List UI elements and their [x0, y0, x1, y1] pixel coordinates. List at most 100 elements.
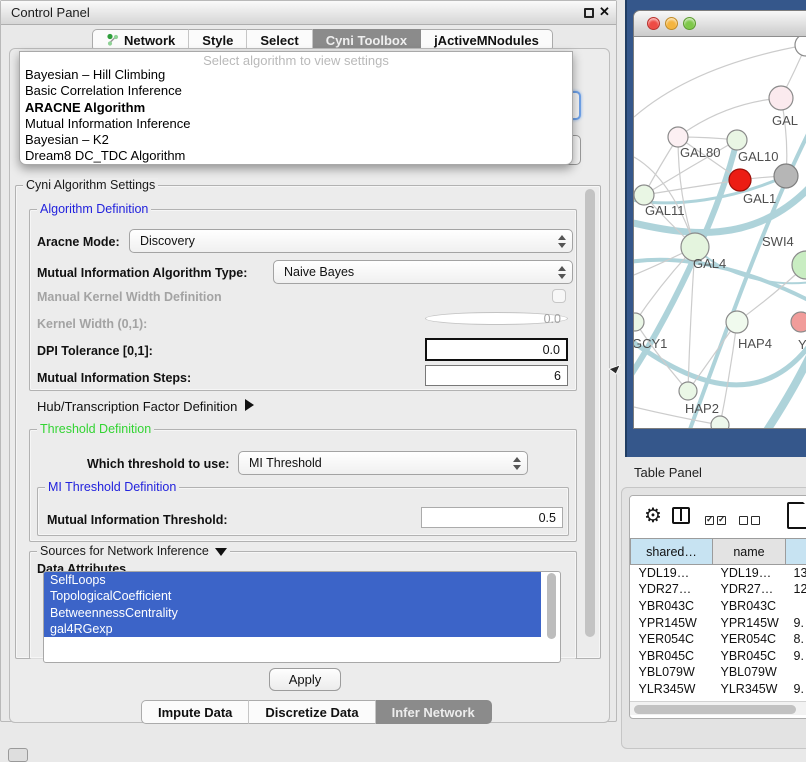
- dpi-tolerance-input[interactable]: 0.0: [425, 338, 568, 361]
- table-row[interactable]: YPR145WYPR145W9.: [631, 614, 806, 631]
- table-cell[interactable]: 9.: [786, 647, 806, 664]
- column-header-third[interactable]: A: [786, 539, 806, 565]
- tab-impute-data[interactable]: Impute Data: [141, 700, 249, 724]
- table-cell[interactable]: YPR145W: [713, 614, 786, 631]
- network-node[interactable]: [729, 169, 751, 191]
- minimized-panel-icon[interactable]: [8, 748, 28, 762]
- table-cell[interactable]: YLR345W: [631, 681, 713, 698]
- network-window-titlebar[interactable]: [634, 11, 806, 37]
- table-row[interactable]: YLR345WYLR345W9.: [631, 681, 806, 698]
- close-icon[interactable]: ✕: [599, 4, 610, 20]
- attribute-item[interactable]: SelfLoops: [44, 572, 541, 588]
- which-threshold-value: MI Threshold: [249, 456, 322, 470]
- table-cell[interactable]: YPR145W: [631, 614, 713, 631]
- network-node[interactable]: [792, 251, 806, 279]
- table-cell[interactable]: 9.: [786, 681, 806, 698]
- column-header-name[interactable]: name: [713, 539, 786, 565]
- table-cell[interactable]: 8.: [786, 631, 806, 648]
- close-traffic-light[interactable]: [647, 17, 660, 30]
- table-hscrollbar-track[interactable]: [630, 701, 806, 715]
- minimize-traffic-light[interactable]: [665, 17, 678, 30]
- tab-discretize-data[interactable]: Discretize Data: [249, 700, 375, 724]
- table-cell[interactable]: 12: [786, 581, 806, 598]
- tab-label: Select: [260, 33, 298, 48]
- attribute-item[interactable]: gal4RGexp: [44, 621, 541, 637]
- tab-label: Style: [202, 33, 233, 48]
- deselect-all-icon[interactable]: [739, 512, 763, 530]
- table-hscrollbar-thumb[interactable]: [634, 705, 796, 714]
- network-node[interactable]: [795, 37, 806, 56]
- attribute-item[interactable]: BetweennessCentrality: [44, 605, 541, 621]
- which-threshold-select[interactable]: MI Threshold: [238, 451, 528, 475]
- table-cell[interactable]: YBL079W: [713, 664, 786, 681]
- mi-type-select[interactable]: Naive Bayes: [273, 260, 573, 284]
- aracne-mode-select[interactable]: Discovery: [129, 229, 573, 253]
- table-panel-inner: ⚙ shared… name A YDL19…YDL19…13YDR27…YDR…: [629, 495, 806, 719]
- control-panel-window: Control Panel ✕ Network Style Select Cyn…: [0, 0, 617, 722]
- gear-icon[interactable]: ⚙: [644, 503, 662, 528]
- table-row[interactable]: YDR27…YDR27…12: [631, 581, 806, 598]
- export-table-icon[interactable]: [787, 502, 806, 529]
- table-cell[interactable]: YDL19…: [631, 565, 713, 582]
- table-row[interactable]: YIL052CYIL052C9: [631, 697, 806, 698]
- table-cell[interactable]: YDR27…: [713, 581, 786, 598]
- table-cell[interactable]: YIL052C: [713, 697, 786, 698]
- network-node[interactable]: [769, 86, 793, 110]
- table-cell[interactable]: [786, 598, 806, 615]
- network-node[interactable]: [634, 185, 654, 205]
- algorithm-item[interactable]: Basic Correlation Inference: [20, 83, 572, 99]
- kernel-width-input[interactable]: 0.0: [425, 312, 568, 325]
- column-header-shared-name[interactable]: shared…: [631, 539, 713, 565]
- table-cell[interactable]: YBL079W: [631, 664, 713, 681]
- select-all-icon[interactable]: [705, 512, 729, 530]
- table-row[interactable]: YBR043CYBR043C: [631, 598, 806, 615]
- network-node[interactable]: [727, 130, 747, 150]
- attributes-scrollbar[interactable]: [547, 573, 556, 639]
- table-cell[interactable]: 13: [786, 565, 806, 582]
- network-node[interactable]: [726, 311, 748, 333]
- table-cell[interactable]: [786, 664, 806, 681]
- control-panel-titlebar[interactable]: Control Panel ✕: [1, 1, 616, 25]
- network-canvas[interactable]: GALGAL80GAL10GAL1GAL11SWI4GAL4GCY1HAP4YH…: [634, 37, 806, 429]
- network-node[interactable]: [791, 312, 806, 332]
- table-cell[interactable]: YDR27…: [631, 581, 713, 598]
- apply-button[interactable]: Apply: [269, 668, 341, 691]
- table-row[interactable]: YBL079WYBL079W: [631, 664, 806, 681]
- table-cell[interactable]: YBR043C: [631, 598, 713, 615]
- algorithm-item[interactable]: Bayesian – K2: [20, 132, 572, 148]
- table-cell[interactable]: YIL052C: [631, 697, 713, 698]
- table-cell[interactable]: YER054C: [713, 631, 786, 648]
- tab-infer-network[interactable]: Infer Network: [376, 700, 492, 724]
- sources-title[interactable]: Sources for Network Inference: [37, 544, 230, 558]
- mi-steps-input[interactable]: 6: [425, 365, 568, 386]
- algorithm-item[interactable]: Mutual Information Inference: [20, 116, 572, 132]
- table-cell[interactable]: YER054C: [631, 631, 713, 648]
- settings-scrollbar[interactable]: [585, 189, 595, 637]
- mi-threshold-input[interactable]: 0.5: [421, 507, 563, 528]
- table-cell[interactable]: YBR045C: [631, 647, 713, 664]
- table-row[interactable]: YER054CYER054C8.: [631, 631, 806, 648]
- attribute-item[interactable]: TopologicalCoefficient: [44, 588, 541, 604]
- algorithm-item[interactable]: Dream8 DC_TDC Algorithm: [20, 148, 572, 164]
- algorithm-item[interactable]: ARACNE Algorithm: [20, 100, 572, 116]
- table-row[interactable]: YBR045CYBR045C9.: [631, 647, 806, 664]
- network-node[interactable]: [774, 164, 798, 188]
- table-cell[interactable]: YBR045C: [713, 647, 786, 664]
- algorithm-item[interactable]: Bayesian – Hill Climbing: [20, 67, 572, 83]
- maximize-icon[interactable]: [584, 8, 594, 18]
- table-cell[interactable]: YDL19…: [713, 565, 786, 582]
- table-cell[interactable]: YLR345W: [713, 681, 786, 698]
- network-node[interactable]: [668, 127, 688, 147]
- columns-icon[interactable]: [672, 507, 690, 524]
- table-cell[interactable]: 9: [786, 697, 806, 698]
- network-node[interactable]: [679, 382, 697, 400]
- table-row[interactable]: YDL19…YDL19…13: [631, 565, 806, 582]
- mi-steps-label: Mutual Information Steps:: [37, 371, 191, 385]
- network-node[interactable]: [711, 416, 729, 429]
- zoom-traffic-light[interactable]: [683, 17, 696, 30]
- network-node[interactable]: [634, 313, 644, 331]
- hub-definition-toggle[interactable]: Hub/Transcription Factor Definition: [37, 399, 254, 414]
- table-cell[interactable]: YBR043C: [713, 598, 786, 615]
- manual-kernel-checkbox[interactable]: [552, 289, 566, 303]
- table-cell[interactable]: 9.: [786, 614, 806, 631]
